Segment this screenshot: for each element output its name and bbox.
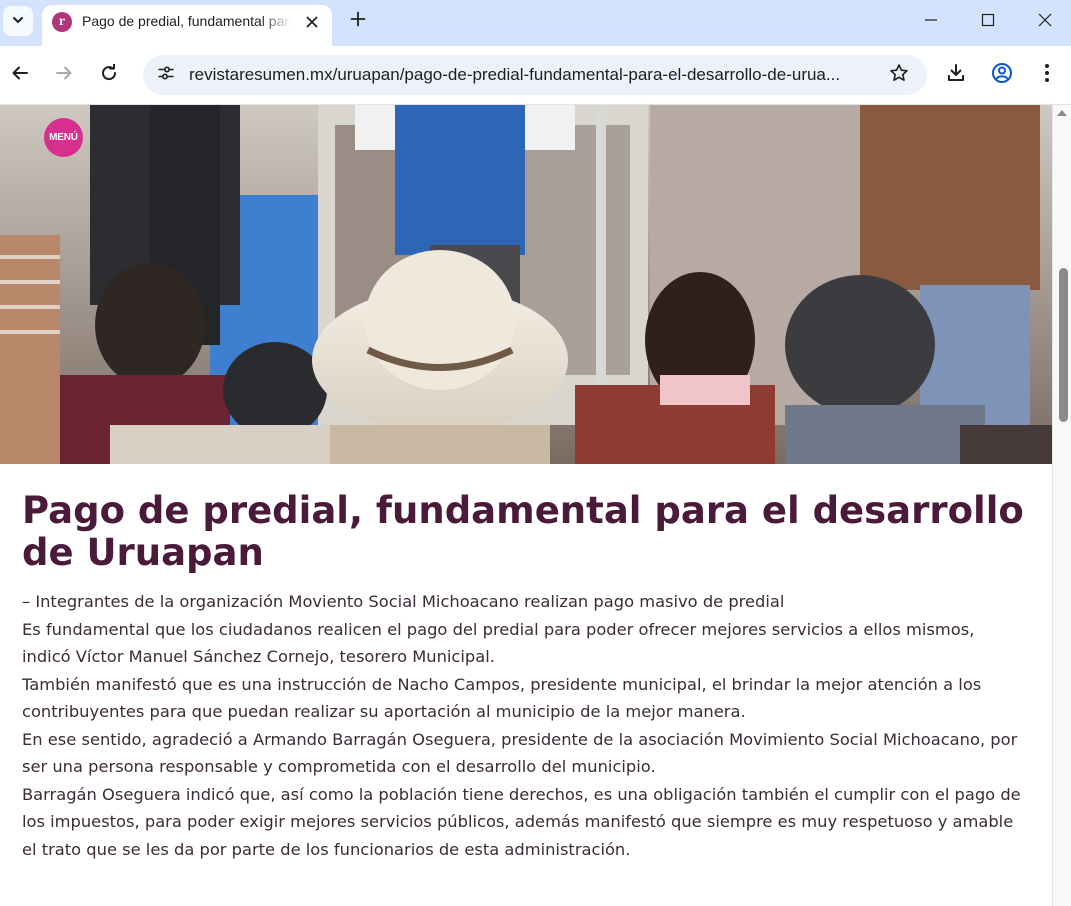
new-tab-button[interactable] <box>343 6 373 36</box>
page-scrollbar[interactable] <box>1052 105 1071 906</box>
article-paragraph: Es fundamental que los ciudadanos realic… <box>22 619 975 667</box>
address-bar[interactable]: revistaresumen.mx/uruapan/pago-de-predia… <box>143 55 927 95</box>
browser-toolbar: revistaresumen.mx/uruapan/pago-de-predia… <box>0 46 1071 105</box>
profile-button[interactable] <box>985 58 1019 92</box>
maximize-icon <box>981 12 995 31</box>
article-paragraph: Barragán Oseguera indicó que, así como l… <box>22 784 1021 859</box>
forward-button[interactable] <box>47 58 81 92</box>
article-lead: – Integrantes de la organización Movient… <box>22 592 785 611</box>
plus-icon <box>350 11 366 31</box>
tab-search-button[interactable] <box>3 6 33 36</box>
downloads-button[interactable] <box>939 58 973 92</box>
tab-close-button[interactable] <box>300 10 324 34</box>
close-icon <box>306 13 318 32</box>
active-tab[interactable]: r Pago de predial, fundamental para el d… <box>42 5 332 46</box>
article-paragraph: También manifestó que es una instrucción… <box>22 674 982 722</box>
star-icon <box>889 63 909 87</box>
tab-title: Pago de predial, fundamental para el des… <box>82 13 292 29</box>
bookmark-button[interactable] <box>885 61 913 89</box>
scrollbar-thumb[interactable] <box>1059 268 1068 422</box>
menu-button[interactable]: MENÚ <box>44 118 83 157</box>
reload-icon <box>100 63 118 86</box>
page-viewport: MENÚ Pago de predial, fundamental para e… <box>0 105 1052 906</box>
hero-photo: MENÚ <box>0 105 1052 464</box>
minimize-icon <box>924 12 938 31</box>
window-close-button[interactable] <box>1016 0 1071 42</box>
site-favicon-icon: r <box>52 12 72 32</box>
tune-icon <box>157 64 175 86</box>
url-text[interactable]: revistaresumen.mx/uruapan/pago-de-predia… <box>189 65 879 87</box>
hero-photo-illustration <box>0 105 1052 464</box>
more-vert-icon <box>1044 63 1050 87</box>
reload-button[interactable] <box>92 58 126 92</box>
download-icon <box>946 63 966 87</box>
back-button[interactable] <box>3 58 37 92</box>
tab-strip: r Pago de predial, fundamental para el d… <box>0 0 1071 46</box>
account-icon <box>991 62 1013 88</box>
article-paragraph: En ese sentido, agradeció a Armando Barr… <box>22 729 1018 777</box>
scroll-up-arrow-icon[interactable] <box>1057 110 1067 116</box>
chevron-down-icon <box>11 12 25 31</box>
article-headline: Pago de predial, fundamental para el des… <box>22 489 1024 574</box>
site-info-button[interactable] <box>151 60 181 90</box>
close-icon <box>1038 12 1052 31</box>
maximize-button[interactable] <box>959 0 1017 42</box>
chrome-menu-button[interactable] <box>1030 58 1064 92</box>
article-body: – Integrantes de la organización Movient… <box>22 588 1027 863</box>
arrow-left-icon <box>11 64 29 86</box>
arrow-right-icon <box>55 64 73 86</box>
minimize-button[interactable] <box>902 0 960 42</box>
